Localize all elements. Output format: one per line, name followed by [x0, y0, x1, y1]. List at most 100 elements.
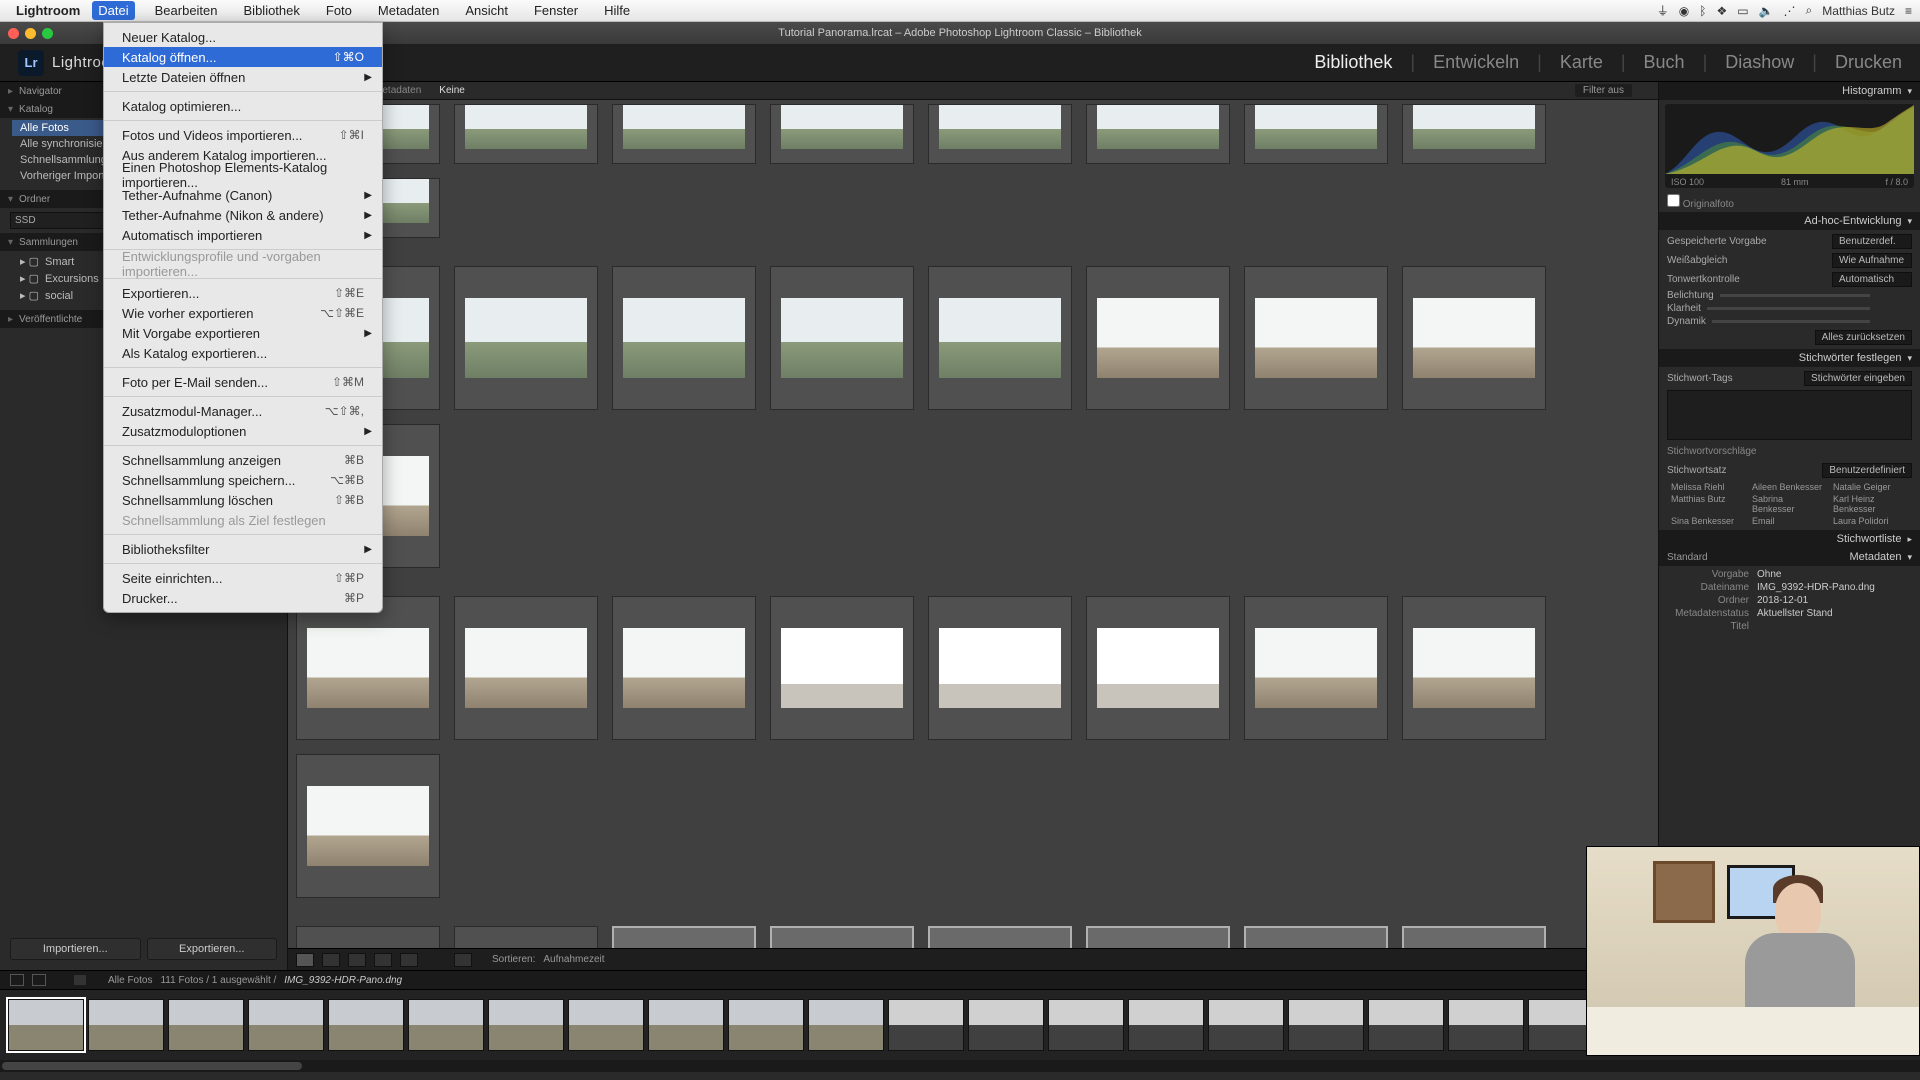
- thumbnail-cell[interactable]: [454, 104, 598, 164]
- menu-item[interactable]: Bibliotheksfilter▶: [104, 539, 382, 559]
- view-loupe-icon[interactable]: [322, 953, 340, 967]
- menu-item[interactable]: Seite einrichten...⇧⌘P: [104, 568, 382, 588]
- thumbnail-cell[interactable]: [612, 104, 756, 164]
- menu-item[interactable]: Exportieren...⇧⌘E: [104, 283, 382, 303]
- kw-suggestion[interactable]: Natalie Geiger: [1833, 482, 1908, 492]
- menu-item[interactable]: Tether-Aufnahme (Canon)▶: [104, 185, 382, 205]
- maximize-window-icon[interactable]: [42, 28, 53, 39]
- kw-suggestion[interactable]: Sabrina Benkesser: [1752, 494, 1827, 514]
- meta-value[interactable]: Aktuellster Stand: [1757, 608, 1833, 619]
- kw-suggestion[interactable]: Laura Polidori: [1833, 516, 1908, 526]
- menu-item[interactable]: Zusatzmodul-Manager...⌥⇧⌘,: [104, 401, 382, 421]
- originalfoto-checkbox[interactable]: [1667, 194, 1680, 207]
- kw-suggestion[interactable]: Matthias Butz: [1671, 494, 1746, 514]
- filmstrip-thumb[interactable]: [568, 999, 644, 1051]
- filmstrip-thumb[interactable]: [328, 999, 404, 1051]
- menu-hilfe[interactable]: Hilfe: [598, 1, 636, 20]
- menu-item[interactable]: Fotos und Videos importieren...⇧⌘I: [104, 125, 382, 145]
- breadcrumb-source[interactable]: Alle Fotos: [108, 975, 152, 986]
- thumbnail-cell[interactable]: [928, 926, 1072, 948]
- wifi-status-icon[interactable]: ⋰: [1784, 4, 1796, 18]
- menu-item[interactable]: Wie vorher exportieren⌥⇧⌘E: [104, 303, 382, 323]
- thumbnail-cell[interactable]: [1402, 926, 1546, 948]
- filmstrip-thumb[interactable]: [808, 999, 884, 1051]
- menu-item[interactable]: Letzte Dateien öffnen▶: [104, 67, 382, 87]
- wb-select[interactable]: Wie Aufnahme: [1832, 253, 1912, 268]
- metadata-header[interactable]: Standard Metadaten▾: [1659, 548, 1920, 566]
- slider-klarheit[interactable]: [1707, 307, 1870, 310]
- sort-value[interactable]: Aufnahmezeit: [543, 954, 604, 965]
- second-monitor-1-icon[interactable]: [10, 974, 24, 986]
- filmstrip-thumb[interactable]: [648, 999, 724, 1051]
- kw-suggestion[interactable]: Aileen Benkesser: [1752, 482, 1827, 492]
- thumbnail-cell[interactable]: [454, 596, 598, 740]
- filmstrip-thumb[interactable]: [488, 999, 564, 1051]
- volume-icon[interactable]: 🔈: [1759, 4, 1774, 18]
- view-people-icon[interactable]: [400, 953, 418, 967]
- filmstrip-thumb[interactable]: [1288, 999, 1364, 1051]
- module-diashow[interactable]: Diashow: [1725, 52, 1794, 73]
- filmstrip-thumb[interactable]: [88, 999, 164, 1051]
- thumbnail-cell[interactable]: [1086, 596, 1230, 740]
- keywords-header[interactable]: Stichwörter festlegen▾: [1659, 349, 1920, 367]
- meta-value[interactable]: Ohne: [1757, 569, 1781, 580]
- menu-item[interactable]: Katalog optimieren...: [104, 96, 382, 116]
- view-survey-icon[interactable]: [374, 953, 392, 967]
- menu-fenster[interactable]: Fenster: [528, 1, 584, 20]
- thumbnail-cell[interactable]: [1244, 266, 1388, 410]
- thumbnail-cell[interactable]: [296, 596, 440, 740]
- filmstrip-thumb[interactable]: [1048, 999, 1124, 1051]
- thumbnail-cell[interactable]: [928, 266, 1072, 410]
- thumbnail-cell[interactable]: [1402, 104, 1546, 164]
- thumbnail-cell[interactable]: [1244, 926, 1388, 948]
- grid-view[interactable]: [288, 100, 1658, 948]
- thumbnail-cell[interactable]: [770, 926, 914, 948]
- kw-set-select[interactable]: Benutzerdefiniert: [1822, 463, 1912, 478]
- filmstrip-thumb[interactable]: [1208, 999, 1284, 1051]
- filter-keine[interactable]: Keine: [439, 85, 465, 96]
- menu-item[interactable]: Drucker...⌘P: [104, 588, 382, 608]
- wifi-icon[interactable]: ⏚: [1657, 2, 1669, 19]
- thumbnail-cell[interactable]: [928, 596, 1072, 740]
- filmstrip-thumb[interactable]: [728, 999, 804, 1051]
- menu-item[interactable]: Zusatzmoduloptionen▶: [104, 421, 382, 441]
- close-window-icon[interactable]: [8, 28, 19, 39]
- meta-value[interactable]: 2018-12-01: [1757, 595, 1808, 606]
- sync-icon[interactable]: ◉: [1679, 4, 1689, 18]
- thumbnail-cell[interactable]: [454, 926, 598, 948]
- thumbnail-cell[interactable]: [1244, 596, 1388, 740]
- menu-item[interactable]: Automatisch importieren▶: [104, 225, 382, 245]
- preset-select[interactable]: Benutzerdef.: [1832, 234, 1912, 249]
- notification-icon[interactable]: ≡: [1905, 4, 1912, 18]
- menu-item[interactable]: Schnellsammlung speichern...⌥⌘B: [104, 470, 382, 490]
- filter-preset[interactable]: Filter aus: [1575, 84, 1632, 97]
- menu-metadaten[interactable]: Metadaten: [372, 1, 445, 20]
- thumbnail-cell[interactable]: [454, 266, 598, 410]
- traffic-lights[interactable]: [8, 28, 53, 39]
- kw-suggestion[interactable]: Email: [1752, 516, 1827, 526]
- module-entwickeln[interactable]: Entwickeln: [1433, 52, 1519, 73]
- menu-item[interactable]: Mit Vorgabe exportieren▶: [104, 323, 382, 343]
- menu-item[interactable]: Tether-Aufnahme (Nikon & andere)▶: [104, 205, 382, 225]
- module-karte[interactable]: Karte: [1560, 52, 1603, 73]
- module-bibliothek[interactable]: Bibliothek: [1314, 52, 1392, 73]
- thumbnail-cell[interactable]: [770, 266, 914, 410]
- thumbnail-cell[interactable]: [296, 754, 440, 898]
- thumbnail-cell[interactable]: [1086, 266, 1230, 410]
- menu-item[interactable]: Katalog öffnen...⇧⌘O: [104, 47, 382, 67]
- thumbnail-cell[interactable]: [612, 926, 756, 948]
- thumbnail-cell[interactable]: [770, 596, 914, 740]
- slider-belichtung[interactable]: [1720, 294, 1870, 297]
- menu-item[interactable]: Einen Photoshop Elements-Katalog importi…: [104, 165, 382, 185]
- menu-item[interactable]: Schnellsammlung löschen⇧⌘B: [104, 490, 382, 510]
- filmstrip-thumb[interactable]: [168, 999, 244, 1051]
- reset-button[interactable]: Alles zurücksetzen: [1815, 330, 1912, 345]
- slider-dynamik[interactable]: [1712, 320, 1870, 323]
- thumbnail-cell[interactable]: [1244, 104, 1388, 164]
- tone-select[interactable]: Automatisch: [1832, 272, 1912, 287]
- filmstrip-thumb[interactable]: [1448, 999, 1524, 1051]
- filmstrip-thumb[interactable]: [8, 999, 84, 1051]
- thumbnail-cell[interactable]: [928, 104, 1072, 164]
- histogram-header[interactable]: Histogramm▾: [1659, 82, 1920, 100]
- thumbnail-cell[interactable]: [612, 266, 756, 410]
